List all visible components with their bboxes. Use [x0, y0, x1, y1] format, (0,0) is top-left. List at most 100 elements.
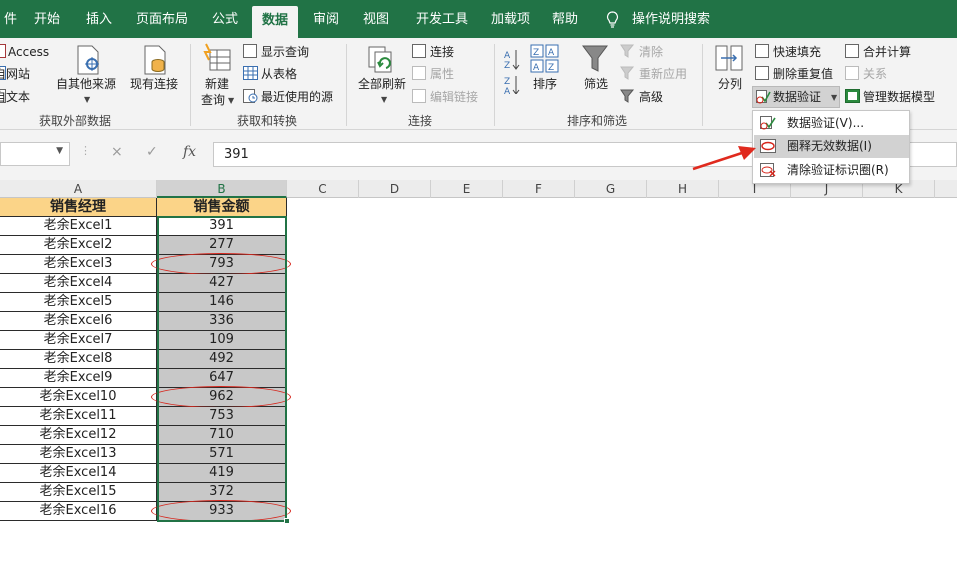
insert-function-button[interactable]: fx	[183, 144, 196, 160]
manager-cell[interactable]: 老余Excel5	[0, 293, 157, 312]
other-sources-icon	[77, 45, 99, 75]
amount-cell[interactable]: 571	[157, 445, 287, 464]
reapply-button[interactable]: 重新应用	[639, 66, 687, 82]
header-cell-manager[interactable]: 销售经理	[0, 198, 157, 217]
manager-cell[interactable]: 老余Excel10	[0, 388, 157, 407]
edit-links-button[interactable]: 编辑链接	[430, 89, 478, 105]
manager-cell[interactable]: 老余Excel9	[0, 369, 157, 388]
tab-review[interactable]: 审阅	[303, 0, 349, 38]
consolidate-button[interactable]: 合并计算	[863, 44, 911, 60]
amount-cell[interactable]: 419	[157, 464, 287, 483]
tab-page-layout[interactable]: 页面布局	[126, 0, 198, 38]
header-cell-amount[interactable]: 销售金额	[157, 198, 287, 217]
tab-formulas[interactable]: 公式	[202, 0, 248, 38]
existing-connections-button[interactable]: 现有连接	[130, 76, 178, 92]
menu-item-data-validation[interactable]: 数据验证(V)...	[754, 112, 909, 135]
tab-help[interactable]: 帮助	[542, 0, 588, 38]
flash-fill-button[interactable]: 快速填充	[773, 44, 821, 60]
svg-text:A: A	[504, 87, 511, 94]
amount-cell[interactable]: 753	[157, 407, 287, 426]
fill-handle[interactable]	[284, 518, 290, 524]
text-to-columns-button[interactable]: 分列	[718, 76, 742, 92]
new-query-label-2[interactable]: 查询	[201, 92, 225, 108]
amount-cell[interactable]: 391	[157, 217, 287, 236]
manager-cell[interactable]: 老余Excel1	[0, 217, 157, 236]
amount-cell[interactable]: 372	[157, 483, 287, 502]
tab-file[interactable]: 件	[0, 0, 27, 38]
recent-sources-button[interactable]: 最近使用的源	[261, 89, 333, 105]
connections-button[interactable]: 连接	[430, 44, 454, 60]
manager-cell[interactable]: 老余Excel14	[0, 464, 157, 483]
from-table-button[interactable]: 从表格	[261, 66, 297, 82]
manager-cell[interactable]: 老余Excel4	[0, 274, 157, 293]
tab-view[interactable]: 视图	[353, 0, 399, 38]
manager-cell[interactable]: 老余Excel2	[0, 236, 157, 255]
menu-item-circle-invalid-data[interactable]: 圈释无效数据(I)	[754, 135, 909, 158]
cancel-button[interactable]: ×	[111, 144, 123, 160]
edit-links-icon	[412, 89, 426, 103]
remove-duplicates-button[interactable]: 删除重复值	[773, 66, 833, 82]
column-header-c[interactable]: C	[287, 180, 359, 198]
amount-cell[interactable]: 277	[157, 236, 287, 255]
column-header-f[interactable]: F	[503, 180, 575, 198]
amount-cell[interactable]: 962	[157, 388, 287, 407]
refresh-all-button[interactable]: 全部刷新	[358, 76, 406, 92]
column-header-e[interactable]: E	[431, 180, 503, 198]
manager-cell[interactable]: 老余Excel8	[0, 350, 157, 369]
new-query-label-1[interactable]: 新建	[205, 76, 229, 92]
tab-home[interactable]: 开始	[24, 0, 70, 38]
manager-cell[interactable]: 老余Excel15	[0, 483, 157, 502]
relationships-button[interactable]: 关系	[863, 66, 887, 82]
from-other-sources-button[interactable]: 自其他来源	[56, 76, 116, 92]
manager-cell[interactable]: 老余Excel13	[0, 445, 157, 464]
filter-button[interactable]: 筛选	[584, 76, 608, 92]
tell-me-search[interactable]: 操作说明搜索	[622, 0, 720, 38]
show-queries-button[interactable]: 显示查询	[261, 44, 309, 60]
amount-cell[interactable]: 647	[157, 369, 287, 388]
manager-cell[interactable]: 老余Excel3	[0, 255, 157, 274]
manager-cell[interactable]: 老余Excel16	[0, 502, 157, 521]
clear-button[interactable]: 清除	[639, 44, 663, 60]
column-header-a[interactable]: A	[0, 180, 157, 198]
amount-cell[interactable]: 336	[157, 312, 287, 331]
table-row: 老余Excel14 419	[0, 464, 287, 483]
from-text-button[interactable]: 自文本	[0, 89, 30, 105]
menu-item-clear-circles[interactable]: 清除验证标识圈(R)	[754, 159, 909, 182]
group-label-get-external: 获取外部数据	[39, 114, 112, 128]
advanced-button[interactable]: 高级	[639, 89, 663, 105]
name-box[interactable]: ▼	[0, 142, 70, 166]
chevron-down-icon[interactable]: ▼	[56, 146, 63, 156]
manager-cell[interactable]: 老余Excel6	[0, 312, 157, 331]
amount-cell[interactable]: 933	[157, 502, 287, 521]
data-validation-button[interactable]: 数据验证 ▼	[752, 86, 840, 108]
worksheet-grid[interactable]: 销售经理 销售金额 老余Excel1 391 老余Excel2 277 老余Excel3…	[0, 198, 957, 586]
column-header-g[interactable]: G	[575, 180, 647, 198]
manager-cell[interactable]: 老余Excel7	[0, 331, 157, 350]
chevron-down-icon[interactable]: ▼	[831, 90, 837, 106]
amount-cell[interactable]: 427	[157, 274, 287, 293]
amount-cell[interactable]: 146	[157, 293, 287, 312]
amount-cell[interactable]: 492	[157, 350, 287, 369]
manager-cell[interactable]: 老余Excel11	[0, 407, 157, 426]
amount-cell[interactable]: 710	[157, 426, 287, 445]
amount-cell[interactable]: 793	[157, 255, 287, 274]
enter-button[interactable]: ✓	[146, 144, 158, 160]
sort-button[interactable]: 排序	[533, 76, 557, 92]
manager-cell[interactable]: 老余Excel12	[0, 426, 157, 445]
tab-insert[interactable]: 插入	[76, 0, 122, 38]
tab-data[interactable]: 数据	[252, 6, 299, 38]
tab-add-ins[interactable]: 加载项	[481, 0, 540, 38]
clear-circles-icon	[760, 163, 776, 177]
amount-cell[interactable]: 109	[157, 331, 287, 350]
column-header-h[interactable]: H	[647, 180, 719, 198]
tab-developer[interactable]: 开发工具	[406, 0, 478, 38]
from-access-button[interactable]: Access	[8, 44, 49, 60]
column-header-b[interactable]: B	[157, 180, 287, 198]
column-header-d[interactable]: D	[359, 180, 431, 198]
lightbulb-icon	[607, 11, 618, 28]
properties-button[interactable]: 属性	[430, 66, 454, 82]
svg-text:Z: Z	[548, 63, 554, 73]
from-web-button[interactable]: 自网站	[0, 66, 30, 82]
group-separator	[346, 44, 347, 126]
manage-data-model-button[interactable]: 管理数据模型	[863, 89, 935, 105]
